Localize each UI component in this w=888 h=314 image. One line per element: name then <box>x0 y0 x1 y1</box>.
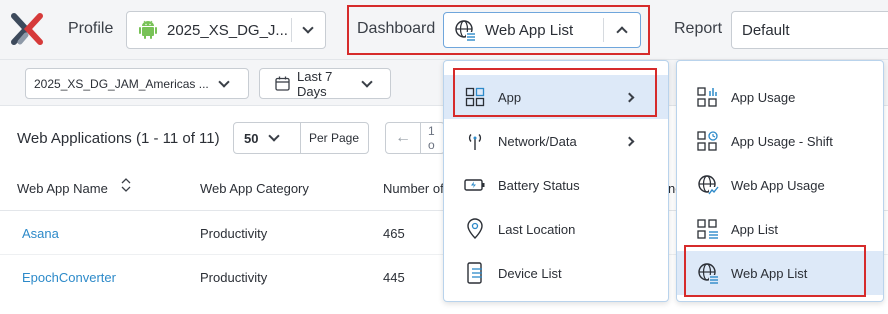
menu-item-label: Last Location <box>498 221 576 237</box>
group-value: 2025_XS_DG_JAM_Americas ... <box>34 76 209 91</box>
dashboard-select[interactable]: Web App List <box>443 12 641 48</box>
calendar-icon <box>275 76 290 91</box>
column-header-category[interactable]: Web App Category <box>200 181 309 196</box>
dashboard-value: Web App List <box>485 21 574 39</box>
profile-select[interactable]: 2025_XS_DG_J... <box>126 11 326 49</box>
app-menu-highlight <box>453 68 657 117</box>
web-app-name-link[interactable]: Asana <box>22 226 59 241</box>
chevron-right-icon <box>624 136 635 146</box>
submenu-item-label: App Usage <box>731 89 796 105</box>
menu-item-label: Battery Status <box>498 177 580 193</box>
report-value: Default <box>742 21 790 39</box>
app-usage-icon <box>697 86 719 108</box>
chevron-down-icon <box>218 75 230 88</box>
column-header-partial: ne <box>668 181 676 196</box>
per-page-label: Per Page <box>309 131 360 145</box>
profile-value: 2025_XS_DG_J... <box>167 21 288 39</box>
app-list-icon <box>697 218 719 240</box>
chevron-down-icon <box>268 130 280 142</box>
previous-page-arrow-icon[interactable]: ← <box>395 129 411 147</box>
web-app-category-cell: Productivity <box>200 270 268 285</box>
android-icon <box>139 20 157 39</box>
report-select[interactable]: Default <box>731 11 888 49</box>
web-app-name-link[interactable]: EpochConverter <box>22 270 116 285</box>
submenu-item-web-app-usage[interactable]: Web App Usage <box>677 163 883 207</box>
device-list-icon <box>464 262 486 284</box>
table-title: Web Applications (1 - 11 of 11) <box>17 130 220 147</box>
group-select[interactable]: 2025_XS_DG_JAM_Americas ... <box>25 68 249 99</box>
web-app-category-cell: Productivity <box>200 226 268 241</box>
date-range-value: Last 7 Days <box>297 68 333 99</box>
date-range-select[interactable]: Last 7 Days <box>259 68 391 99</box>
select-divider <box>291 18 292 42</box>
submenu-item-app-usage-shift[interactable]: App Usage - Shift <box>677 119 883 163</box>
submenu-item-app-usage[interactable]: App Usage <box>677 75 883 119</box>
report-label: Report <box>674 20 723 37</box>
select-divider <box>300 123 301 153</box>
chevron-down-icon <box>361 75 373 88</box>
menu-item-network-data[interactable]: Network/Data <box>444 119 668 163</box>
dashboard-label: Dashboard <box>357 20 436 37</box>
menu-item-battery-status[interactable]: Battery Status <box>444 163 668 207</box>
location-pin-icon <box>464 218 486 240</box>
chevron-up-icon[interactable] <box>616 26 628 38</box>
page-size-select[interactable]: 50 Per Page <box>233 122 369 154</box>
menu-item-device-list[interactable]: Device List <box>444 251 668 295</box>
globe-list-icon <box>455 20 475 41</box>
submenu-item-label: App List <box>731 221 778 237</box>
page-size-value: 50 <box>244 130 259 146</box>
menu-item-last-location[interactable]: Last Location <box>444 207 668 251</box>
menu-item-label: Network/Data <box>498 133 577 149</box>
profile-label: Profile <box>68 20 114 37</box>
page-info: 1 o <box>427 124 435 152</box>
select-divider <box>603 18 604 42</box>
submenu-item-label: Web App Usage <box>731 177 825 193</box>
number-cell: 465 <box>383 226 405 241</box>
app-logo[interactable] <box>10 12 44 48</box>
web-app-usage-icon <box>697 174 719 196</box>
web-app-list-highlight <box>684 245 866 297</box>
antenna-icon <box>464 130 486 152</box>
battery-icon <box>464 174 486 196</box>
menu-item-label: Device List <box>498 265 562 281</box>
app-usage-shift-icon <box>697 130 719 152</box>
chevron-down-icon[interactable] <box>302 22 314 34</box>
column-header-web-app-name[interactable]: Web App Name <box>17 181 108 196</box>
pagination-control[interactable]: ← 1 o <box>385 122 445 154</box>
number-cell: 445 <box>383 270 405 285</box>
column-header-number[interactable]: Number of <box>383 181 444 196</box>
sort-icon[interactable] <box>120 178 132 192</box>
pagination-divider <box>420 123 421 153</box>
submenu-item-label: App Usage - Shift <box>731 133 833 149</box>
